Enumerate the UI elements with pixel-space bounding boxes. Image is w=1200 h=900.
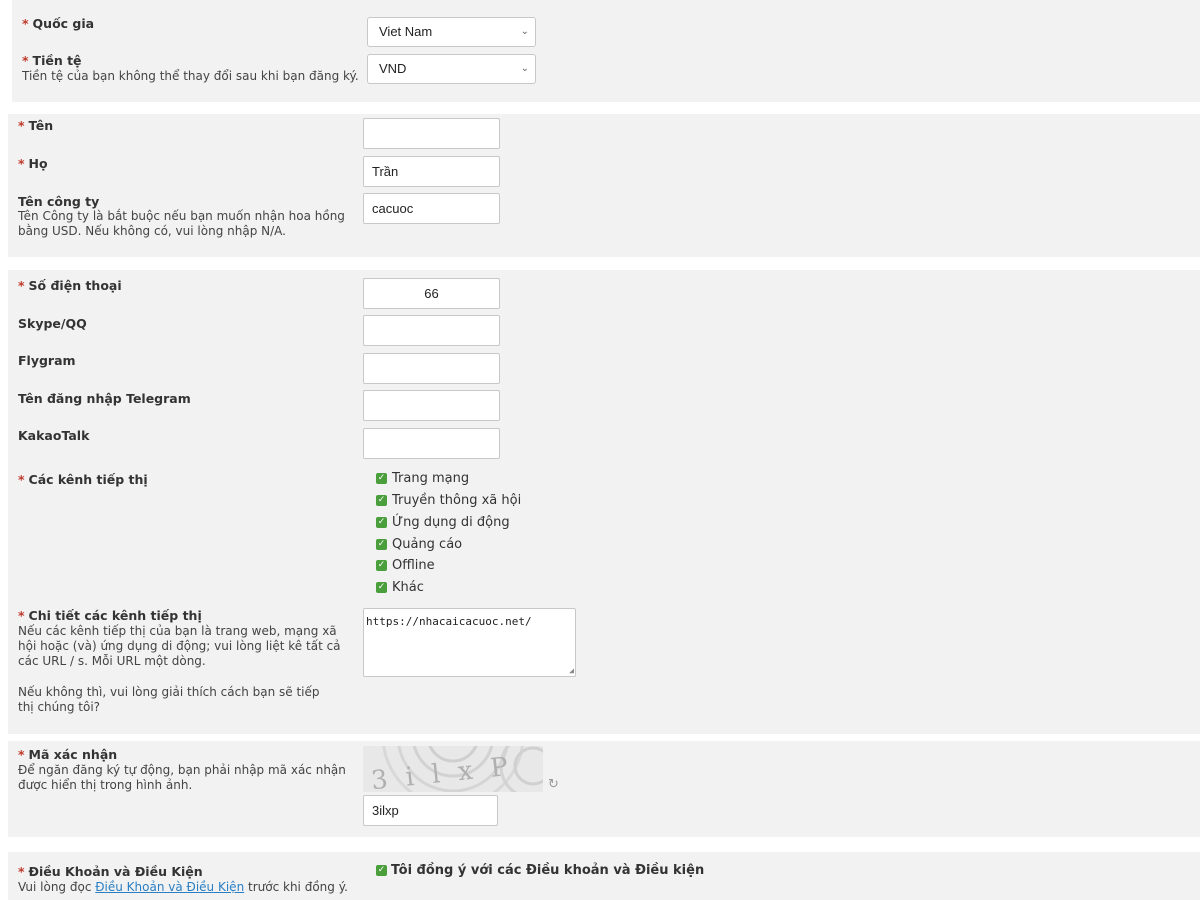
channel-web-checkbox[interactable]: ✓ (376, 473, 387, 484)
chevron-down-icon: ⌄ (520, 63, 529, 74)
channel-details-hint-2: Nếu không thì, vui lòng giải thích cách … (18, 685, 320, 714)
currency-label: * Tiền tệ (22, 53, 82, 68)
first-name-input[interactable] (363, 118, 500, 149)
channel-offline-label: Offline (392, 558, 435, 573)
channel-ads-checkbox[interactable]: ✓ (376, 539, 387, 550)
kakao-label: KakaoTalk (18, 428, 90, 443)
channel-ads-label: Quảng cáo (392, 537, 463, 552)
kakao-input[interactable] (363, 428, 500, 459)
refresh-icon[interactable]: ↻ (548, 777, 559, 792)
terms-agree-label: Tôi đồng ý với các Điều khoản và Điều ki… (391, 863, 705, 878)
country-label: * Quốc gia (22, 16, 95, 31)
first-name-label: * Tên (18, 118, 54, 133)
company-label: Tên công ty (18, 194, 100, 209)
country-select[interactable]: Viet Nam ⌄ (367, 17, 536, 47)
channel-web-label: Trang mạng (392, 471, 470, 486)
currency-select[interactable]: VND ⌄ (367, 54, 536, 84)
channel-details-hint: Nếu các kênh tiếp thị của bạn là trang w… (18, 624, 341, 668)
terms-hint: Vui lòng đọc Điều Khoản và Điều Kiện trư… (18, 880, 348, 894)
channel-mobile-label: Ứng dụng di động (392, 515, 510, 530)
chevron-down-icon: ⌄ (520, 26, 529, 37)
flygram-label: Flygram (18, 353, 76, 368)
channel-details-textarea[interactable]: https://nhacaicacuoc.net/ ◢ (363, 608, 576, 677)
captcha-image: 3ilxP (363, 746, 543, 792)
terms-link[interactable]: Điều Khoản và Điều Kiện (95, 880, 244, 894)
last-name-label: * Họ (18, 156, 48, 171)
captcha-label: * Mã xác nhận (18, 747, 118, 762)
channel-details-label: * Chi tiết các kênh tiếp thị (18, 608, 202, 623)
flygram-input[interactable] (363, 353, 500, 384)
last-name-input[interactable]: Trần (363, 156, 500, 187)
captcha-noise: 3ilxP (370, 746, 543, 792)
captcha-hint: Để ngăn đăng ký tự động, bạn phải nhập m… (18, 763, 346, 792)
resize-handle-icon[interactable]: ◢ (569, 666, 574, 675)
terms-label: * Điều Khoản và Điều Kiện (18, 864, 203, 879)
currency-hint: Tiền tệ của bạn không thể thay đổi sau k… (22, 69, 359, 83)
phone-label: * Số điện thoại (18, 278, 122, 293)
phone-input[interactable]: 66 (363, 278, 500, 309)
channel-other-label: Khác (392, 580, 424, 595)
channel-social-checkbox[interactable]: ✓ (376, 495, 387, 506)
terms-agree-checkbox[interactable]: ✓ (376, 865, 387, 876)
channel-social-label: Truyền thông xã hội (392, 493, 522, 508)
skype-input[interactable] (363, 315, 500, 346)
company-input[interactable]: cacuoc (363, 193, 500, 224)
captcha-input[interactable]: 3ilxp (363, 795, 498, 826)
company-hint: Tên Công ty là bắt buộc nếu bạn muốn nhậ… (18, 209, 345, 238)
channels-label: * Các kênh tiếp thị (18, 472, 148, 487)
channel-offline-checkbox[interactable]: ✓ (376, 560, 387, 571)
channel-mobile-checkbox[interactable]: ✓ (376, 517, 387, 528)
skype-label: Skype/QQ (18, 316, 87, 331)
telegram-input[interactable] (363, 390, 500, 421)
channel-other-checkbox[interactable]: ✓ (376, 582, 387, 593)
telegram-label: Tên đăng nhập Telegram (18, 391, 191, 406)
section-location (12, 0, 1200, 102)
